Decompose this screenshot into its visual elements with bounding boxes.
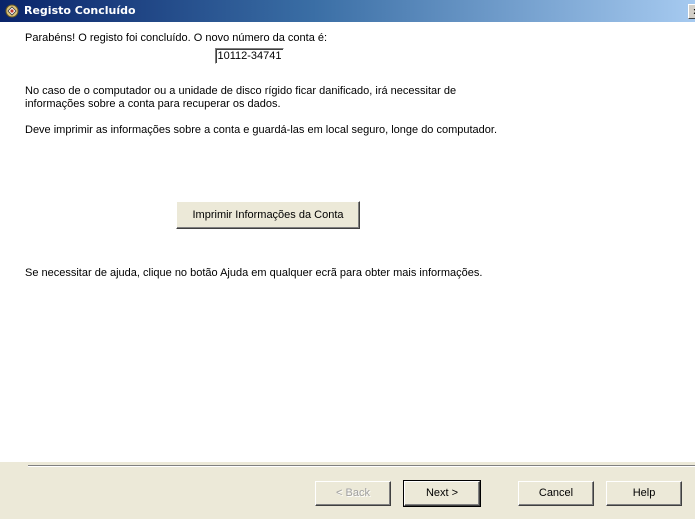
content-area: Parabéns! O registo foi concluído. O nov…: [0, 22, 695, 462]
account-number-field: 10112-34741: [215, 48, 284, 64]
registration-complete-dialog: Registo Concluído x Parabéns! O registo …: [0, 0, 695, 519]
damage-warning-text: No caso de o computador ou a unidade de …: [25, 85, 457, 110]
help-button[interactable]: Help: [606, 481, 682, 506]
footer-separator: [28, 465, 695, 467]
print-account-info-button[interactable]: Imprimir Informações da Conta: [176, 201, 360, 229]
cancel-button[interactable]: Cancel: [518, 481, 594, 506]
registration-app-icon: [4, 3, 20, 19]
close-icon[interactable]: x: [688, 4, 695, 19]
back-button[interactable]: < Back: [315, 481, 391, 506]
print-advice-text: Deve imprimir as informações sobre a con…: [25, 124, 498, 136]
next-button[interactable]: Next >: [403, 480, 481, 507]
window-title: Registo Concluído: [24, 4, 136, 17]
help-hint-text: Se necessitar de ajuda, clique no botão …: [25, 267, 483, 279]
congratulations-text: Parabéns! O registo foi concluído. O nov…: [25, 32, 328, 44]
title-bar[interactable]: Registo Concluído x: [0, 0, 695, 22]
